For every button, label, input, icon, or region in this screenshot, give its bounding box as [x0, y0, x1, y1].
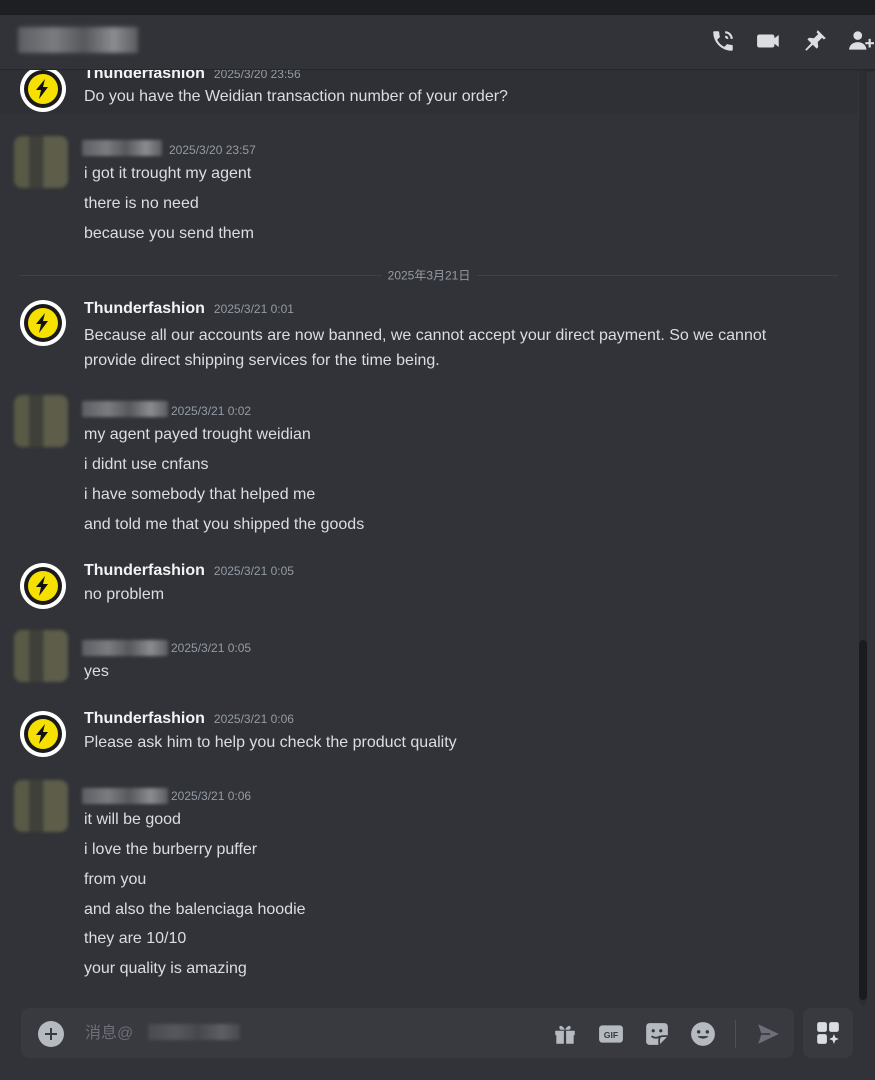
message-text: no problem: [84, 586, 165, 603]
username-redacted: [82, 401, 168, 417]
message-timestamp: 2025/3/21 0:05: [171, 641, 252, 655]
avatar[interactable]: [14, 395, 68, 447]
message-item: 2025/3/21 0:06 it will be good i love th…: [0, 780, 858, 990]
message-author[interactable]: Thunderfashion: [84, 710, 205, 728]
lightning-bolt-icon: [36, 313, 48, 333]
message-text: they are 10/10: [84, 930, 187, 947]
emoji-icon[interactable]: [689, 1020, 717, 1048]
message-item: Thunderfashion 2025/3/20 23:56 Do you ha…: [0, 70, 858, 114]
message-item: 2025/3/20 23:57 i got it trought my agen…: [0, 132, 858, 252]
message-item: 2025/3/21 0:05 yes: [0, 630, 858, 692]
username-redacted: [82, 788, 168, 804]
send-icon[interactable]: [754, 1020, 782, 1048]
date-divider: 2025年3月21日: [20, 266, 838, 284]
gif-icon[interactable]: GIF: [597, 1020, 625, 1048]
gift-icon[interactable]: [551, 1020, 579, 1048]
message-text: because you send them: [84, 225, 254, 242]
avatar[interactable]: [20, 563, 66, 609]
add-attachment-button[interactable]: [38, 1021, 64, 1047]
message-timestamp: 2025/3/20 23:57: [169, 143, 256, 157]
window-top-strip: [0, 0, 875, 15]
message-text: and also the balenciaga hoodie: [84, 901, 306, 918]
apps-button[interactable]: [803, 1008, 853, 1058]
message-item: 2025/3/21 0:02 my agent payed trought we…: [0, 395, 858, 535]
add-member-icon[interactable]: [847, 27, 875, 55]
phone-call-icon[interactable]: [709, 27, 737, 55]
message-text: Do you have the Weidian transaction numb…: [84, 88, 508, 105]
avatar[interactable]: [14, 780, 68, 832]
message-timestamp: 2025/3/21 0:01: [213, 302, 294, 316]
apps-icon: [817, 1022, 839, 1044]
username-redacted: [82, 640, 168, 656]
avatar[interactable]: [14, 136, 68, 188]
avatar[interactable]: [20, 711, 66, 757]
message-list[interactable]: Thunderfashion 2025/3/20 23:56 Do you ha…: [0, 70, 858, 1005]
channel-header: [0, 15, 875, 70]
username-redacted: [82, 140, 162, 156]
date-divider-label: 2025年3月21日: [381, 266, 477, 284]
toolbar-divider: [735, 1020, 736, 1048]
channel-name-redacted: [18, 27, 138, 53]
message-item: Thunderfashion 2025/3/21 0:01 Because al…: [0, 295, 858, 375]
message-author[interactable]: Thunderfashion: [84, 70, 205, 83]
message-timestamp: 2025/3/21 0:06: [213, 712, 294, 726]
message-author[interactable]: Thunderfashion: [84, 300, 205, 318]
avatar[interactable]: [20, 300, 66, 346]
message-item: Thunderfashion 2025/3/21 0:06 Please ask…: [0, 708, 858, 768]
gif-label: GIF: [604, 1030, 618, 1040]
sticker-icon[interactable]: [643, 1020, 671, 1048]
message-timestamp: 2025/3/20 23:56: [213, 70, 301, 81]
message-text: it will be good: [84, 811, 181, 828]
message-text: i have somebody that helped me: [84, 486, 316, 503]
message-timestamp: 2025/3/21 0:05: [213, 564, 294, 578]
avatar[interactable]: [14, 630, 68, 682]
message-text: i got it trought my agent: [84, 165, 252, 182]
lightning-bolt-icon: [36, 79, 48, 99]
composer-toolbar: GIF: [551, 1020, 782, 1048]
message-text: there is no need: [84, 195, 199, 212]
plus-icon: [45, 1028, 57, 1040]
lightning-bolt-icon: [36, 576, 48, 596]
message-text: my agent payed trought weidian: [84, 426, 311, 443]
message-author[interactable]: Thunderfashion: [84, 562, 205, 580]
message-item: Thunderfashion 2025/3/21 0:05 no problem: [0, 560, 858, 620]
message-text: yes: [84, 663, 109, 680]
message-text: i didnt use cnfans: [84, 456, 209, 473]
avatar[interactable]: [20, 70, 66, 112]
recipient-name-redacted: [148, 1024, 240, 1040]
message-text: i love the burberry puffer: [84, 841, 258, 858]
message-text: Because all our accounts are now banned,…: [84, 327, 767, 369]
message-text: Please ask him to help you check the pro…: [84, 734, 457, 751]
pin-icon[interactable]: [801, 27, 829, 55]
scrollbar-thumb[interactable]: [859, 640, 867, 1000]
lightning-bolt-icon: [36, 724, 48, 744]
message-composer: GIF: [21, 1008, 794, 1060]
message-timestamp: 2025/3/21 0:02: [171, 404, 252, 418]
video-camera-icon[interactable]: [755, 27, 783, 55]
header-toolbar: [709, 27, 875, 55]
message-text: and told me that you shipped the goods: [84, 516, 365, 533]
message-timestamp: 2025/3/21 0:06: [171, 789, 252, 803]
message-scrollbar[interactable]: [859, 70, 867, 1005]
message-text: your quality is amazing: [84, 960, 247, 977]
message-text: from you: [84, 871, 147, 888]
